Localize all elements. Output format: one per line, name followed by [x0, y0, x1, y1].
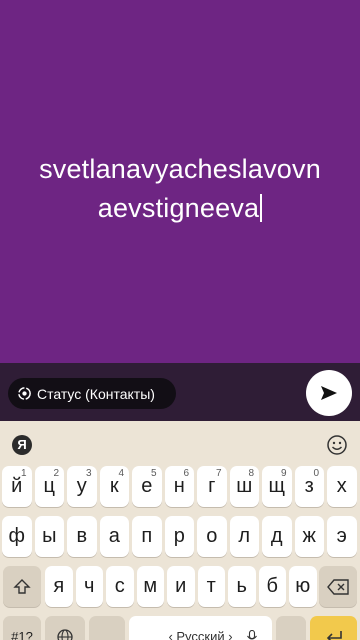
- key-hint: 7: [215, 468, 222, 479]
- key-ц[interactable]: ц2: [34, 466, 64, 507]
- enter-key[interactable]: [310, 616, 357, 640]
- yandex-logo[interactable]: Я: [12, 435, 32, 455]
- key-hint: 4: [118, 468, 124, 479]
- shift-icon: [13, 578, 31, 594]
- key-label: л: [238, 525, 251, 547]
- key-ч[interactable]: ч: [75, 566, 103, 607]
- key-label: а: [108, 525, 120, 547]
- key-п[interactable]: п: [132, 516, 162, 557]
- key-label: ь: [236, 575, 247, 597]
- key-т[interactable]: т: [197, 566, 225, 607]
- key-label: г: [208, 475, 216, 497]
- key-в[interactable]: в: [67, 516, 97, 557]
- key-label: ч: [84, 575, 95, 597]
- status-action-bar: Статус (Контакты): [0, 363, 360, 421]
- key-ы[interactable]: ы: [34, 516, 64, 557]
- key-о[interactable]: о: [197, 516, 227, 557]
- key-hint: 9: [280, 468, 287, 479]
- status-ring-icon: [18, 387, 31, 400]
- key-label: ю: [295, 575, 311, 597]
- key-ь[interactable]: ь: [228, 566, 256, 607]
- key-label: о: [206, 525, 218, 547]
- key-label: т: [206, 575, 216, 597]
- key-hint: 1: [20, 468, 27, 479]
- key-label: п: [141, 525, 153, 547]
- key-hint: 2: [53, 468, 59, 479]
- key-label: и: [175, 575, 187, 597]
- key-label: в: [76, 525, 88, 547]
- keyboard-toolbar: Я: [0, 421, 360, 465]
- comma-key[interactable]: [89, 616, 125, 640]
- status-text-line2: aevstigneeva: [97, 193, 260, 223]
- key-я[interactable]: я: [45, 566, 73, 607]
- key-label: ж: [302, 525, 316, 547]
- key-ф[interactable]: ф: [2, 516, 32, 557]
- status-text-input[interactable]: svetlanavyacheslavovn aevstigneeva: [12, 150, 348, 228]
- key-щ[interactable]: щ9: [262, 466, 292, 507]
- key-м[interactable]: м: [136, 566, 164, 607]
- key-д[interactable]: д: [262, 516, 292, 557]
- symbols-key[interactable]: #1?: [3, 616, 41, 640]
- status-text-line1: svetlanavyacheslavovn: [39, 154, 321, 184]
- space-key[interactable]: ‹ Русский ›: [129, 616, 272, 640]
- key-label: э: [336, 525, 347, 547]
- key-а[interactable]: а: [99, 516, 129, 557]
- privacy-label: Статус (Контакты): [37, 385, 155, 402]
- key-с[interactable]: с: [106, 566, 134, 607]
- text-caret: [260, 194, 263, 222]
- period-key[interactable]: [276, 616, 306, 640]
- globe-icon: [57, 628, 73, 640]
- key-label: д: [270, 525, 283, 547]
- backspace-icon: [327, 578, 349, 595]
- key-label: к: [109, 475, 119, 497]
- key-label: з: [304, 475, 314, 497]
- key-label: р: [173, 525, 185, 547]
- send-arrow-icon: [321, 386, 337, 400]
- key-к[interactable]: к4: [99, 466, 129, 507]
- key-з[interactable]: з0: [294, 466, 324, 507]
- key-й[interactable]: й1: [2, 466, 32, 507]
- key-hint: 5: [150, 468, 157, 479]
- key-е[interactable]: е5: [132, 466, 162, 507]
- mic-icon: [247, 629, 257, 640]
- keyboard: Я й1ц2у3к4е5н6г7ш8щ9з0х фывапролджэ ячсм…: [0, 421, 360, 640]
- key-label: б: [266, 575, 278, 597]
- enter-icon: [326, 630, 342, 640]
- space-language-label: ‹ Русский ›: [168, 629, 233, 640]
- key-label: я: [53, 575, 65, 597]
- key-у[interactable]: у3: [67, 466, 97, 507]
- key-б[interactable]: б: [258, 566, 286, 607]
- shift-key[interactable]: [3, 566, 41, 607]
- key-л[interactable]: л: [229, 516, 259, 557]
- send-button[interactable]: [306, 370, 352, 416]
- key-и[interactable]: и: [167, 566, 195, 607]
- key-label: с: [114, 575, 125, 597]
- backspace-key[interactable]: [319, 566, 357, 607]
- key-hint: 0: [313, 468, 319, 479]
- key-ш[interactable]: ш8: [229, 466, 259, 507]
- key-н[interactable]: н6: [164, 466, 194, 507]
- key-э[interactable]: э: [327, 516, 357, 557]
- status-composer[interactable]: svetlanavyacheslavovn aevstigneeva: [0, 0, 360, 363]
- globe-key[interactable]: [45, 616, 85, 640]
- key-hint: 8: [248, 468, 254, 479]
- key-ю[interactable]: ю: [289, 566, 317, 607]
- key-г[interactable]: г7: [197, 466, 227, 507]
- key-hint: 6: [183, 468, 189, 479]
- key-label: м: [143, 575, 158, 597]
- key-х[interactable]: х: [327, 466, 357, 507]
- key-hint: 3: [85, 468, 92, 479]
- key-р[interactable]: р: [164, 516, 194, 557]
- smiley-icon[interactable]: [326, 434, 348, 456]
- key-label: ы: [42, 525, 57, 547]
- key-label: х: [336, 475, 347, 497]
- key-label: ф: [8, 525, 25, 547]
- key-ж[interactable]: ж: [294, 516, 324, 557]
- privacy-selector-button[interactable]: Статус (Контакты): [8, 378, 176, 409]
